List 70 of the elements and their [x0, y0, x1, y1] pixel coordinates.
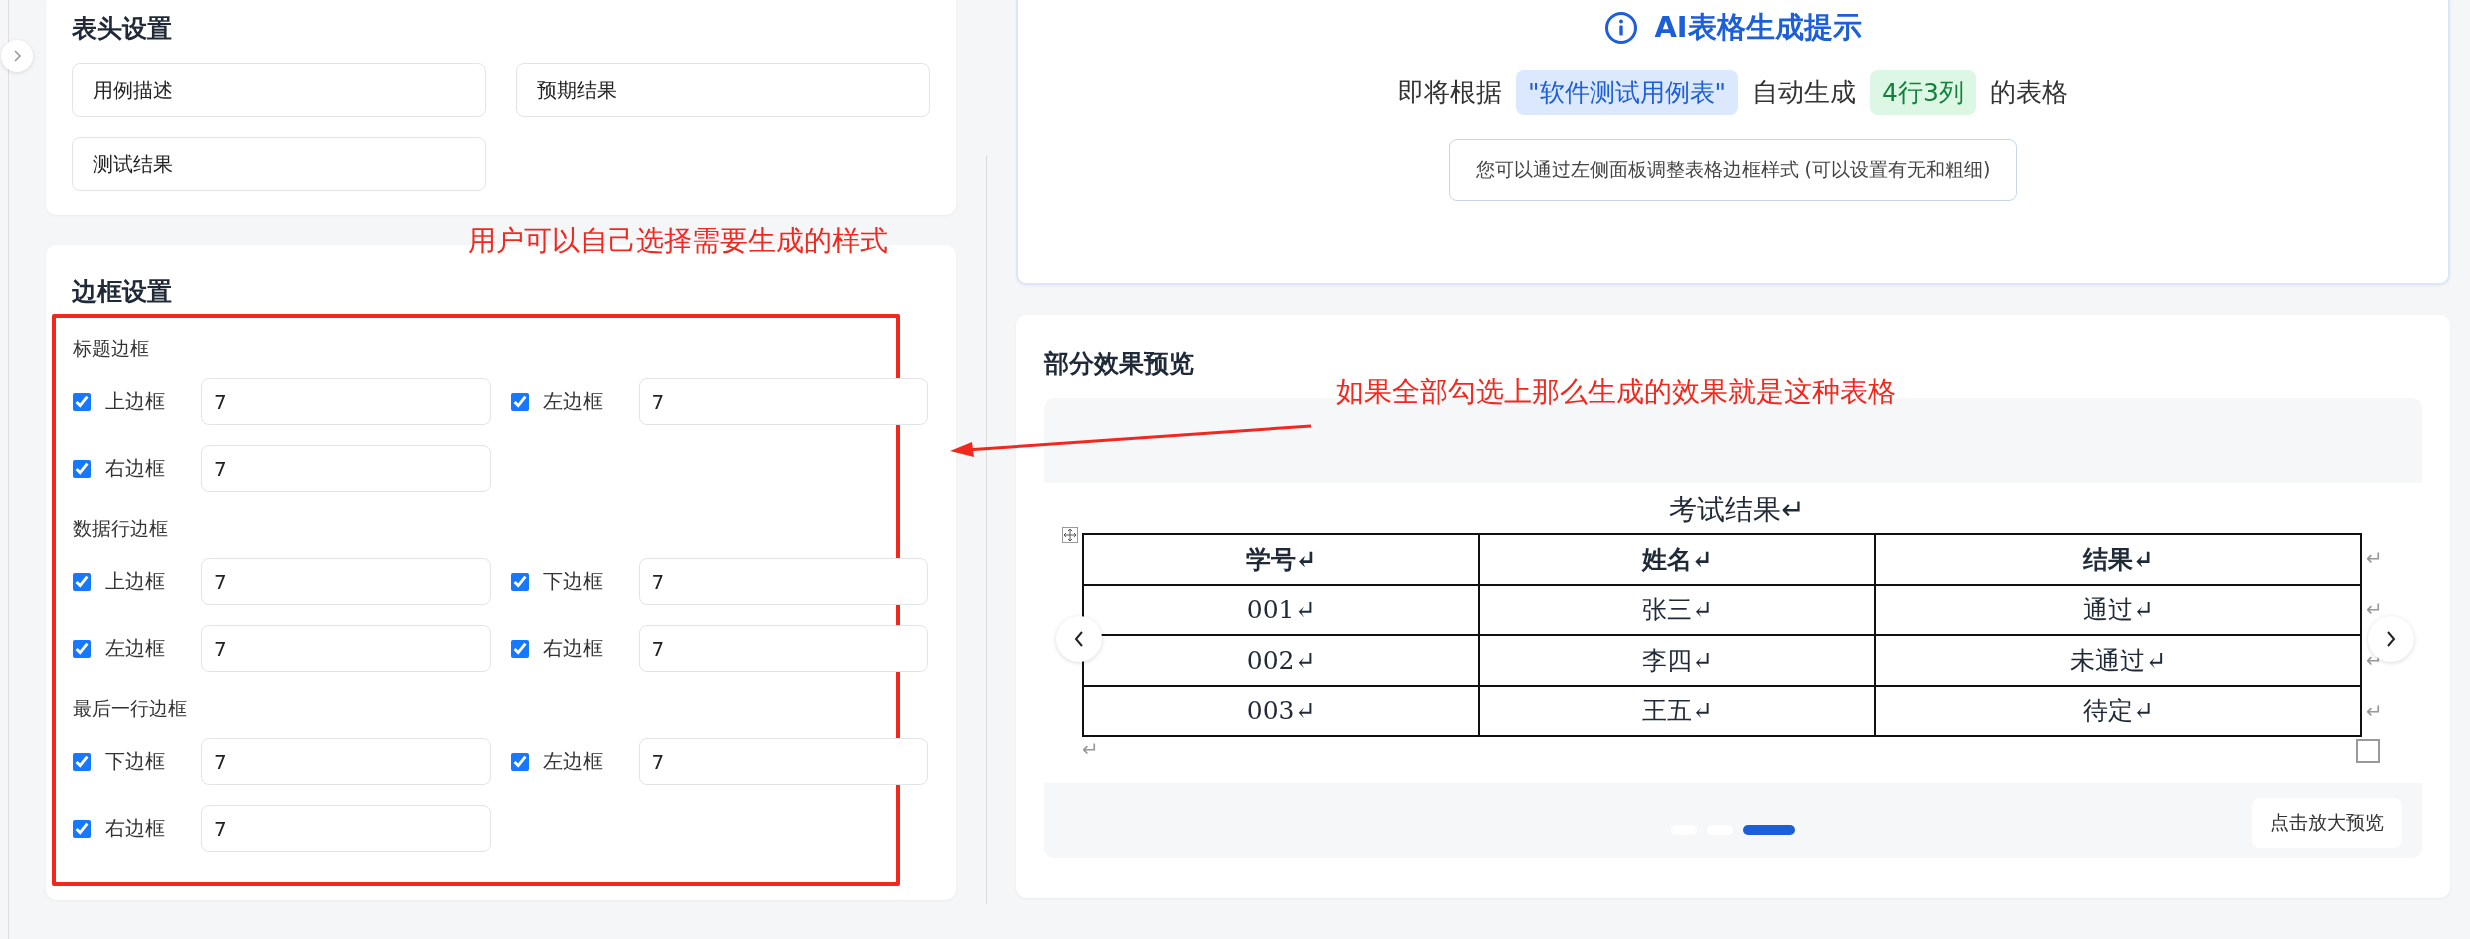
- resize-handle-icon: [2356, 739, 2380, 763]
- section-title: 部分效果预览: [1044, 348, 1195, 380]
- input-field[interactable]: 7: [201, 625, 491, 672]
- group-label: 最后一行边框: [73, 696, 188, 721]
- checkbox-label: 右边框: [105, 815, 166, 842]
- info-icon: [1604, 11, 1639, 45]
- chevron-right-icon: [2385, 630, 2397, 648]
- chevron-right-icon: [12, 49, 22, 63]
- table-cell: 未通过↵: [1875, 635, 2361, 686]
- paragraph-mark: ↵: [1082, 737, 1099, 763]
- checkbox[interactable]: [73, 392, 91, 411]
- checkbox[interactable]: [510, 639, 529, 658]
- checkbox[interactable]: [73, 459, 91, 478]
- input-field[interactable]: 7: [201, 738, 491, 785]
- checkbox-label: 右边框: [542, 635, 604, 662]
- checkbox-label: 左边框: [542, 388, 604, 415]
- checkbox-label: 左边框: [105, 635, 166, 662]
- table-header-cell: 结果↵: [1875, 534, 2361, 585]
- group-label: 标题边框: [73, 336, 150, 361]
- section-title: 边框设置: [72, 276, 173, 308]
- checkbox[interactable]: [73, 572, 91, 591]
- checkbox-label: 左边框: [542, 748, 604, 775]
- table-cell: 待定↵: [1875, 685, 2361, 736]
- checkbox[interactable]: [510, 752, 529, 771]
- input-field[interactable]: 7: [638, 378, 928, 425]
- prompt-text: 自动生成: [1752, 76, 1857, 109]
- checkbox-label: 上边框: [105, 388, 166, 415]
- input-field[interactable]: 预期结果: [516, 63, 930, 117]
- input-field[interactable]: 7: [201, 445, 491, 492]
- paragraph-mark: ↵: [2366, 596, 2383, 623]
- table-cell: 张三↵: [1479, 584, 1876, 635]
- checkbox-label: 下边框: [542, 568, 604, 595]
- input-field[interactable]: 7: [201, 558, 491, 605]
- input-field[interactable]: 7: [201, 378, 491, 425]
- group-label: 数据行边框: [73, 516, 169, 541]
- prompt-title: AI表格生成提示: [1654, 9, 1862, 46]
- input-field[interactable]: 7: [638, 738, 928, 785]
- document-title: 考试结果↵: [1668, 492, 1806, 528]
- source-tag: "软件测试用例表": [1516, 70, 1739, 115]
- size-tag: 4行3列: [1870, 70, 1976, 115]
- prompt-text: 的表格: [1989, 76, 2068, 109]
- chevron-left-icon: [1073, 630, 1085, 648]
- paragraph-mark: ↵: [2366, 698, 2383, 725]
- checkbox[interactable]: [73, 752, 91, 771]
- table-cell: 王五↵: [1479, 685, 1876, 736]
- checkbox[interactable]: [510, 392, 529, 411]
- prompt-text: 即将根据: [1398, 76, 1503, 109]
- hint-text: 您可以通过左侧面板调整表格边框样式 (可以设置有无和粗细): [1448, 139, 2018, 201]
- input-field[interactable]: 7: [201, 805, 491, 852]
- table-header-cell: 学号↵: [1083, 534, 1480, 585]
- section-title: 表头设置: [72, 13, 173, 45]
- table-cell: 李四↵: [1479, 635, 1876, 686]
- table-cell: 003↵: [1083, 685, 1480, 736]
- table-header-cell: 姓名↵: [1479, 534, 1876, 585]
- annotation-text: 用户可以自己选择需要生成的样式: [468, 223, 888, 259]
- table-cell: 通过↵: [1875, 584, 2361, 635]
- checkbox[interactable]: [73, 639, 91, 658]
- input-field[interactable]: 7: [638, 558, 928, 605]
- paragraph-mark: ↵: [2366, 545, 2383, 572]
- zoom-preview-button[interactable]: 点击放大预览: [2252, 798, 2402, 848]
- annotation-text: 如果全部勾选上那么生成的效果就是这种表格: [1336, 374, 1896, 410]
- input-field[interactable]: 测试结果: [72, 137, 486, 191]
- checkbox-label: 下边框: [105, 748, 166, 775]
- checkbox-label: 上边框: [105, 568, 166, 595]
- move-handle-icon: [1062, 527, 1078, 543]
- checkbox[interactable]: [73, 819, 91, 838]
- input-field[interactable]: 7: [638, 625, 928, 672]
- input-field[interactable]: 用例描述: [72, 63, 486, 117]
- checkbox[interactable]: [510, 572, 529, 591]
- checkbox-label: 右边框: [105, 455, 166, 482]
